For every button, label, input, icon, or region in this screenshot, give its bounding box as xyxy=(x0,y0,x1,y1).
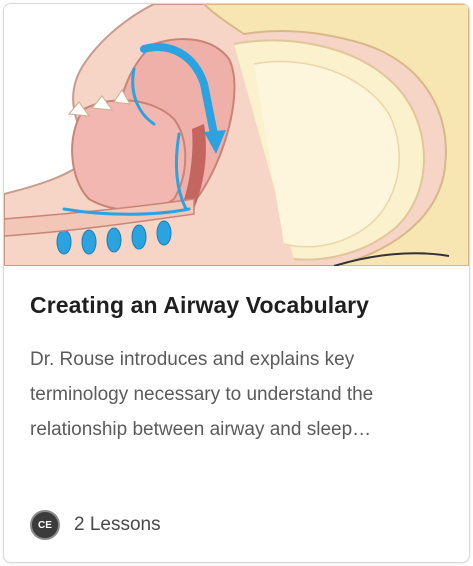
course-description: Dr. Rouse introduces and explains key te… xyxy=(30,349,374,440)
ce-badge-text: CE xyxy=(38,519,52,531)
airway-anatomy-illustration xyxy=(4,4,469,266)
course-card[interactable]: Creating an Airway Vocabulary Dr. Rouse … xyxy=(3,3,470,563)
course-thumbnail[interactable] xyxy=(4,4,469,266)
lessons-count: 2 Lessons xyxy=(74,514,161,535)
ce-credit-icon: CE xyxy=(30,510,60,540)
course-footer: CE 2 Lessons xyxy=(30,507,161,543)
course-title[interactable]: Creating an Airway Vocabulary xyxy=(30,292,450,319)
